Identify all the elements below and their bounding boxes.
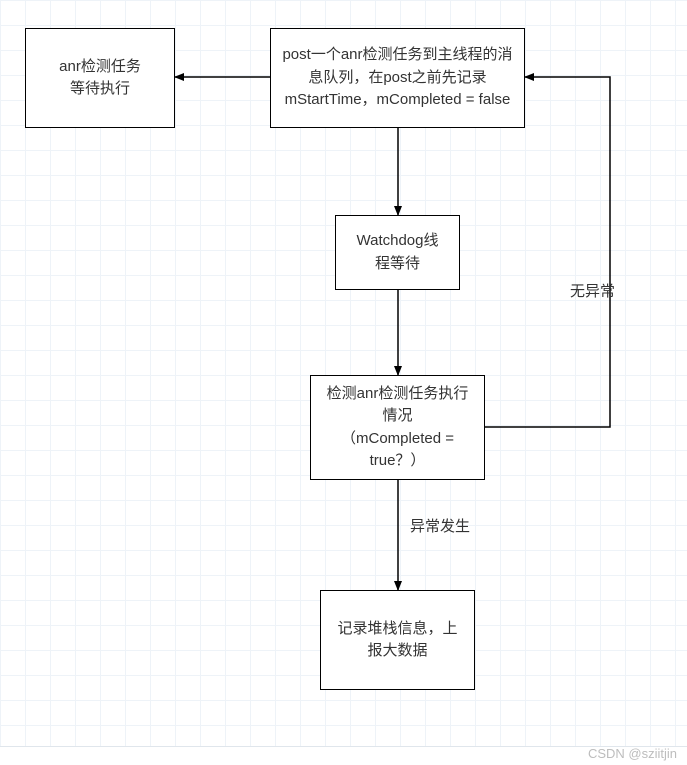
node-post-task-label: post一个anr检测任务到主线程的消息队列，在post之前先记录mStartT… (281, 44, 514, 112)
node-record-stack-label: 记录堆栈信息，上报大数据 (331, 618, 464, 663)
node-wait-task-label: anr检测任务 等待执行 (59, 56, 141, 101)
node-check-status-label: 检测anr检测任务执行情况 （mCompleted = true？） (321, 383, 474, 473)
node-record-stack: 记录堆栈信息，上报大数据 (320, 590, 475, 690)
node-watchdog-wait-label: Watchdog线 程等待 (357, 230, 439, 275)
node-wait-task: anr检测任务 等待执行 (25, 28, 175, 128)
node-watchdog-wait: Watchdog线 程等待 (335, 215, 460, 290)
node-post-task: post一个anr检测任务到主线程的消息队列，在post之前先记录mStartT… (270, 28, 525, 128)
node-check-status: 检测anr检测任务执行情况 （mCompleted = true？） (310, 375, 485, 480)
watermark: CSDN @sziitjin (588, 746, 677, 761)
edge-label-no-exception: 无异常 (570, 280, 615, 301)
edge-label-exception: 异常发生 (410, 515, 470, 536)
